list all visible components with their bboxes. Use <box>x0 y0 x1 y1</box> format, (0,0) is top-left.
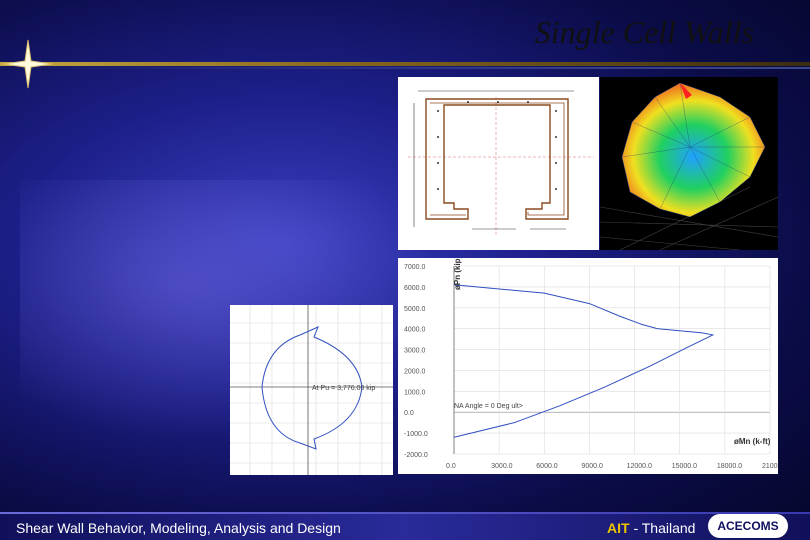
pm-interaction-left-chart: At Pu = 3,776.00 kip <box>230 305 393 475</box>
y-tick-label: 1000.0 <box>404 389 426 396</box>
slide-title: Single Cell Walls <box>534 14 754 50</box>
x-tick-label: 18000.0 <box>717 463 742 470</box>
footer-course-title: Shear Wall Behavior, Modeling, Analysis … <box>16 520 341 536</box>
y-tick-label: 5000.0 <box>404 306 426 313</box>
x-axis-label: øMn (k-ft) <box>734 437 771 446</box>
x-tick-label: 9000.0 <box>581 463 603 470</box>
x-tick-label: 12000.0 <box>627 463 652 470</box>
chart-annotation: NA Angle = 0 Deg ult> <box>454 403 523 410</box>
y-tick-label: 6000.0 <box>404 285 426 292</box>
y-tick-label: -1000.0 <box>404 431 428 438</box>
acecoms-badge: ACECOMS <box>708 514 788 538</box>
section-drawing-svg <box>408 90 594 237</box>
x-tick-label: 6000.0 <box>536 463 558 470</box>
left-chart-svg: At Pu = 3,776.00 kip <box>230 305 393 475</box>
y-axis-ticks: 7000.0 6000.0 5000.0 4000.0 3000.0 2000.0 1000… <box>404 264 428 459</box>
star-sparkle-icon <box>3 39 53 89</box>
surface-3d-svg <box>600 82 778 250</box>
y-tick-label: -2000.0 <box>404 452 428 459</box>
main-chart-svg: 7000.0 6000.0 5000.0 4000.0 3000.0 2000.0 1000… <box>404 258 778 470</box>
footer-thailand: - Thailand <box>629 520 696 536</box>
pm-interaction-main-chart: 7000.0 6000.0 5000.0 4000.0 3000.0 2000.0 1000… <box>398 258 778 474</box>
x-tick-label: 0.0 <box>446 463 456 470</box>
left-chart-label: At Pu = 3,776.00 kip <box>312 385 375 392</box>
footer-institution: AIT - Thailand <box>607 520 695 536</box>
title-underline-accent <box>0 67 810 69</box>
y-tick-label: 0.0 <box>404 410 414 417</box>
interaction-surface-3d <box>600 77 778 250</box>
y-tick-label: 3000.0 <box>404 348 426 355</box>
y-axis-label: øPn (kip) <box>453 258 462 290</box>
y-tick-label: 4000.0 <box>404 327 426 334</box>
y-tick-label: 7000.0 <box>404 264 426 271</box>
footer-ait: AIT <box>607 520 630 536</box>
x-tick-label: 3000.0 <box>491 463 513 470</box>
title-underline <box>0 62 810 66</box>
x-tick-label: 21000. <box>762 463 778 470</box>
x-tick-label: 15000.0 <box>672 463 697 470</box>
wall-section-drawing <box>398 77 599 250</box>
y-tick-label: 2000.0 <box>404 368 426 375</box>
x-axis-ticks: 0.0 3000.0 6000.0 9000.0 12000.0 15000.0 18000… <box>446 463 778 470</box>
